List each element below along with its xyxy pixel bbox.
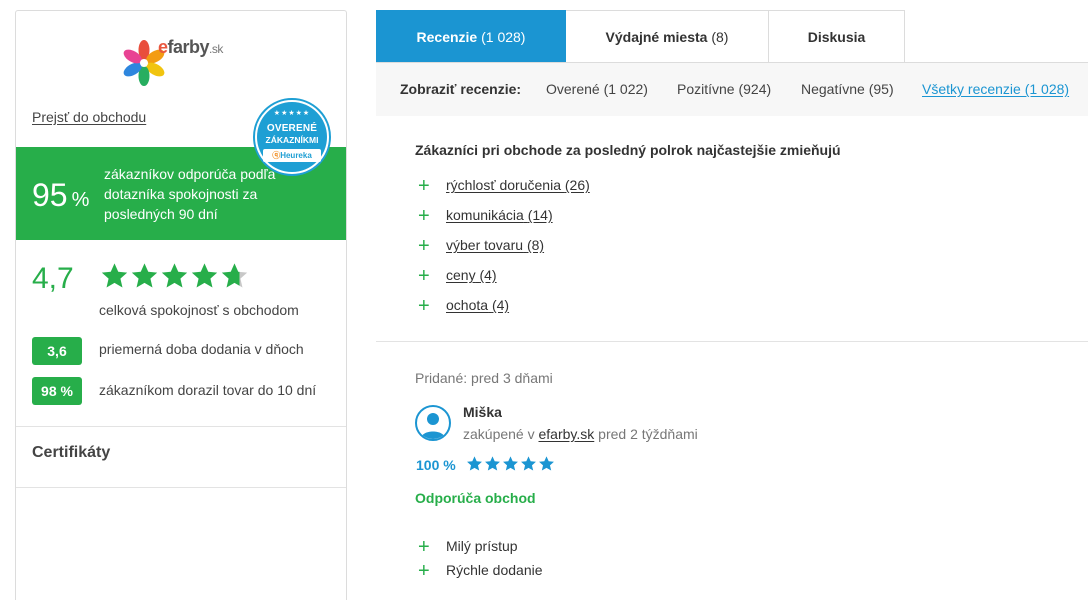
review-recommendation: Odporúča obchod [415, 490, 536, 506]
mention-label: výber tovaru [446, 237, 524, 253]
plus-icon: + [418, 536, 430, 559]
badge-ribbon: ⓠHeureka [263, 149, 321, 162]
review-added-date: Pridané: pred 3 dňami [415, 370, 553, 386]
tab-label: Výdajné miesta [605, 28, 708, 45]
mention-count: (4) [479, 267, 497, 283]
filter-all[interactable]: Všetky recenzie (1 028) [922, 81, 1069, 97]
star-icon [467, 456, 482, 471]
delivery-time-label: priemerná doba dodania v dňoch [99, 341, 304, 357]
star-icon [161, 263, 188, 288]
badge-brand: Heureka [280, 151, 312, 160]
mention-label: ceny [446, 267, 476, 283]
filter-verified[interactable]: Overené (1 022) [546, 81, 648, 97]
star-icon [191, 263, 218, 288]
star-icon [101, 263, 128, 288]
plus-icon: + [418, 205, 430, 228]
star-icon [503, 456, 518, 471]
plus-icon: + [418, 175, 430, 198]
tab-count: (8) [711, 28, 729, 45]
mention-link[interactable]: rýchlosť doručenia (26) [446, 177, 590, 193]
mention-link[interactable]: ceny (4) [446, 267, 497, 283]
mention-item[interactable]: + ochota (4) [418, 295, 509, 318]
divider [376, 341, 1088, 342]
overall-rating: 4,7 [32, 262, 74, 295]
plus-icon: + [418, 295, 430, 318]
tab-reviews[interactable]: Recenzie (1 028) [376, 10, 566, 63]
mention-count: (8) [526, 237, 545, 253]
tab-label: Recenzie [416, 28, 478, 45]
mention-link[interactable]: ochota (4) [446, 297, 509, 313]
mention-count: (26) [564, 177, 590, 193]
filter-negative[interactable]: Negatívne (95) [801, 81, 894, 97]
tab-discussion[interactable]: Diskusia [769, 10, 905, 63]
mention-item[interactable]: + výber tovaru (8) [418, 235, 544, 258]
review-stars [466, 455, 556, 475]
plus-icon: + [418, 265, 430, 288]
shop-sidebar: efarby.sk Prejsť do obchodu ★★★★★ OVEREN… [15, 10, 347, 600]
user-silhouette-icon [421, 413, 445, 439]
tab-count: (1 028) [481, 28, 526, 45]
mention-label: rýchlosť doručenia [446, 177, 561, 193]
badge-line2: ZÁKAZNÍKMI [265, 135, 319, 145]
recommend-value: 95 [32, 177, 68, 213]
delivery-time-badge: 3,6 [32, 337, 82, 365]
recommend-unit: % [71, 189, 90, 211]
tab-pickup-points[interactable]: Výdajné miesta (8) [566, 10, 769, 63]
mention-item[interactable]: + ceny (4) [418, 265, 497, 288]
overall-rating-label: celková spokojnosť s obchodom [99, 302, 299, 318]
mention-link[interactable]: výber tovaru (8) [446, 237, 544, 253]
review-filter-bar: Zobraziť recenzie: Overené (1 022) Pozit… [376, 63, 1088, 116]
verified-badge: ★★★★★ OVERENÉ ZÁKAZNÍKMI ⓠHeureka [253, 98, 331, 176]
heureka-q-icon: ⓠ [272, 151, 281, 160]
mention-label: komunikácia [446, 207, 524, 223]
tab-label: Diskusia [807, 28, 866, 45]
pro-text: Milý prístup [446, 538, 518, 554]
mention-item[interactable]: + komunikácia (14) [418, 205, 553, 228]
logo-tld: .sk [209, 42, 223, 56]
review-pro: + Rýchle dodanie [418, 560, 543, 583]
review-score: 100 % [416, 457, 456, 473]
filter-label: Zobraziť recenzie: [400, 81, 522, 97]
delivered-on-time-badge: 98 % [32, 377, 82, 405]
review-pro: + Milý prístup [418, 536, 518, 559]
star-icon [521, 456, 536, 471]
overall-rating-stars [100, 261, 250, 293]
verified-badge-circle: ★★★★★ OVERENÉ ZÁKAZNÍKMI ⓠHeureka [257, 102, 327, 172]
mention-link[interactable]: komunikácia (14) [446, 207, 553, 223]
recommend-percentage: 95% [32, 177, 89, 214]
review-purchase-info: zakúpené v efarby.sk pred 2 týždňami [463, 426, 698, 442]
mention-label: ochota [446, 297, 489, 313]
purchase-prefix: zakúpené v [463, 426, 535, 442]
delivered-on-time-label: zákazníkom dorazil tovar do 10 dní [99, 382, 317, 398]
star-icon [539, 456, 554, 471]
divider [16, 487, 346, 488]
purchase-suffix: pred 2 týždňami [598, 426, 698, 442]
mention-count: (4) [491, 297, 510, 313]
review-author: Miška [463, 404, 502, 420]
logo-e: e [158, 37, 168, 57]
badge-stars: ★★★★★ [273, 110, 311, 117]
mention-count: (14) [527, 207, 553, 223]
logo-wordmark: efarby.sk [158, 37, 223, 58]
certificates-title[interactable]: Certifikáty [32, 444, 110, 462]
star-icon [485, 456, 500, 471]
star-icon [131, 263, 158, 288]
mention-item[interactable]: + rýchlosť doručenia (26) [418, 175, 590, 198]
go-to-shop-link[interactable]: Prejsť do obchodu [32, 109, 146, 125]
pro-text: Rýchle dodanie [446, 562, 543, 578]
logo-main: farby [167, 37, 210, 57]
user-avatar-icon [415, 405, 451, 441]
plus-icon: + [418, 560, 430, 583]
mentions-title: Zákazníci pri obchode za posledný polrok… [415, 142, 841, 158]
review-shop-link[interactable]: efarby.sk [539, 426, 595, 442]
tabs: Recenzie (1 028) Výdajné miesta (8) Disk… [376, 10, 905, 63]
badge-line1: OVERENÉ [266, 123, 318, 134]
plus-icon: + [418, 235, 430, 258]
star-icon [221, 263, 248, 288]
divider [16, 426, 346, 427]
filter-positive[interactable]: Pozitívne (924) [677, 81, 771, 97]
